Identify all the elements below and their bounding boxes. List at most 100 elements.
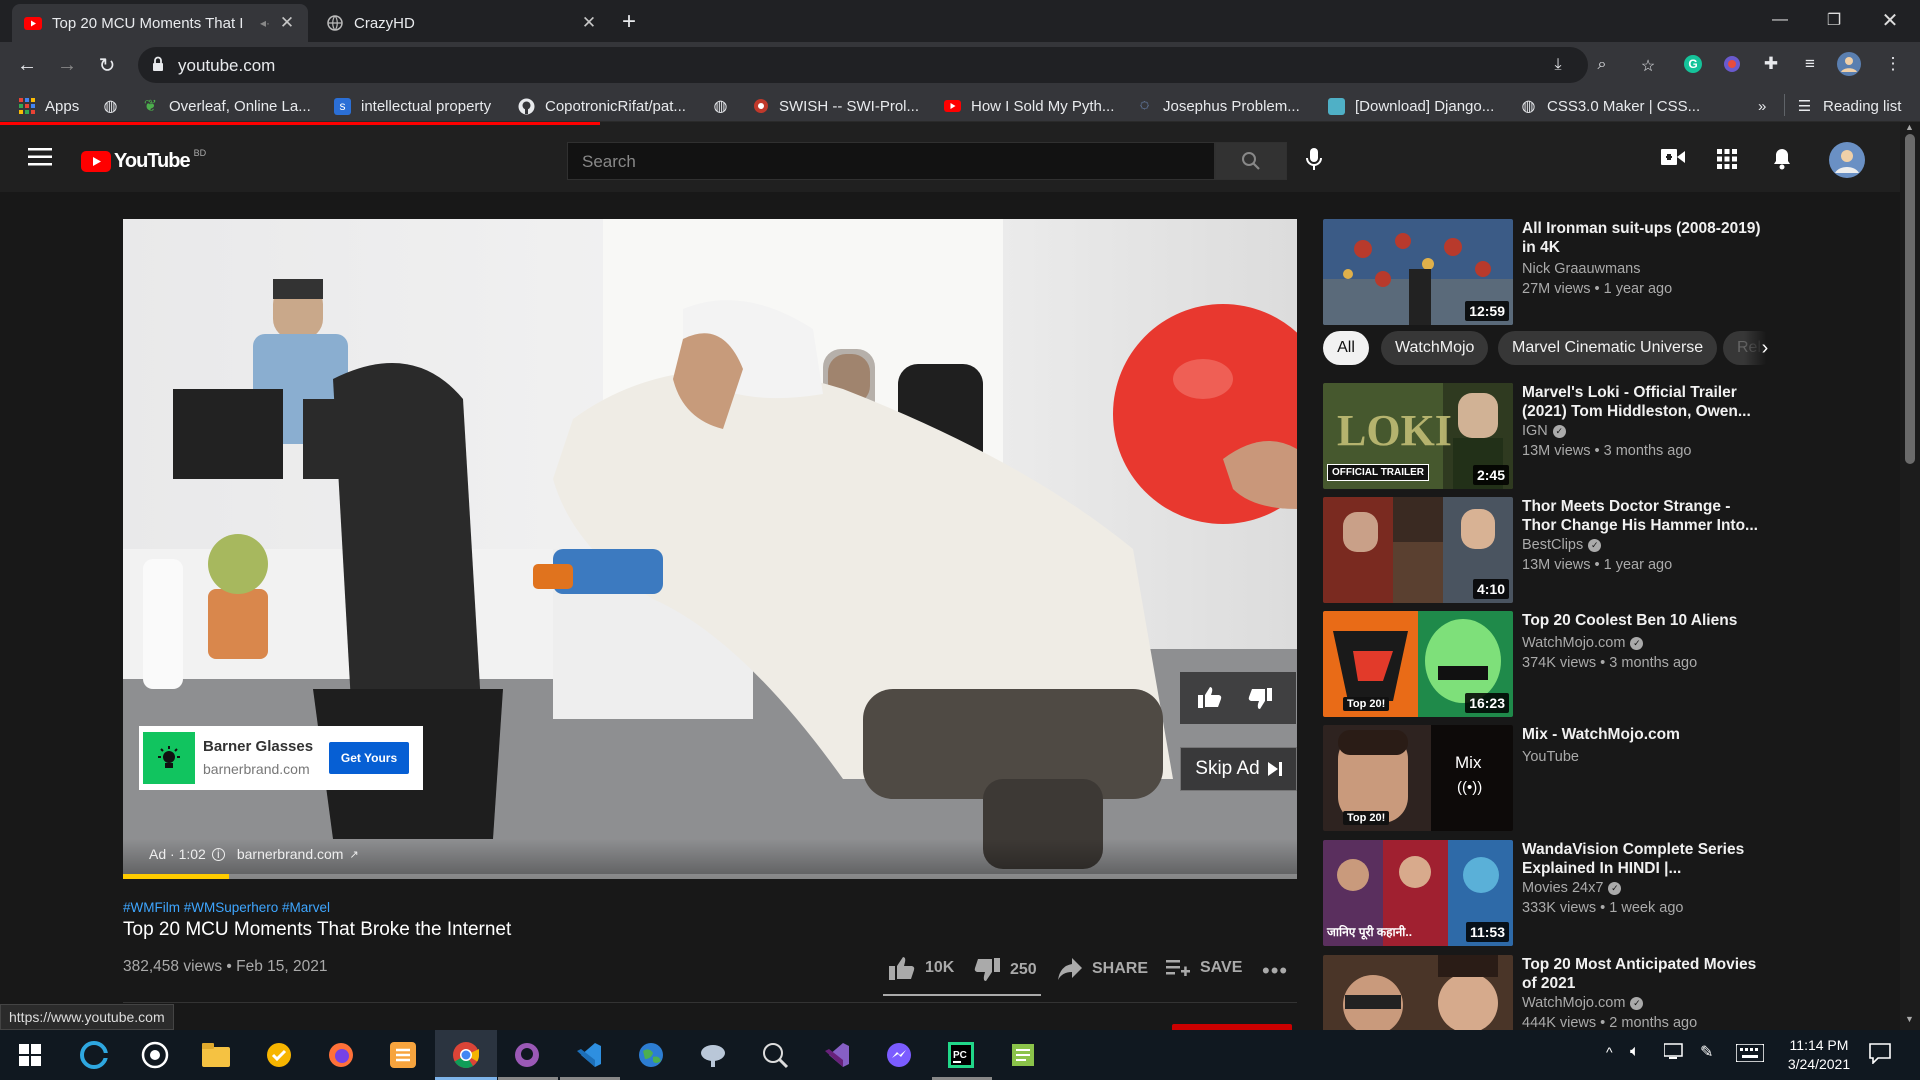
pycharm-icon[interactable]: PC xyxy=(944,1038,978,1072)
new-tab-icon[interactable]: + xyxy=(622,8,636,36)
notepad-icon[interactable] xyxy=(1006,1038,1040,1072)
earth-icon[interactable] xyxy=(634,1038,668,1072)
chip-all[interactable]: All xyxy=(1323,331,1369,365)
page-scrollbar[interactable]: ▲ ▼ xyxy=(1900,122,1920,1030)
bookmark-josephus[interactable]: ◌ Josephus Problem... xyxy=(1136,95,1300,117)
bookmark-globe-2[interactable]: ◍ xyxy=(712,95,739,117)
app-icon-2[interactable] xyxy=(758,1038,792,1072)
bookmark-globe-1[interactable]: ◍ xyxy=(102,95,129,117)
apps-grid-icon[interactable] xyxy=(1717,149,1737,174)
channel-name[interactable]: Movies 24x7 xyxy=(1522,880,1603,896)
messenger-icon[interactable] xyxy=(882,1038,916,1072)
zoom-icon[interactable]: ⌕ xyxy=(1592,56,1612,76)
video-thumbnail[interactable] xyxy=(1323,955,1513,1030)
chrome-menu-icon[interactable]: ⋮ xyxy=(1880,51,1906,77)
dislike-button[interactable]: 250 xyxy=(974,958,1037,982)
video-thumbnail[interactable]: Top 20! 16:23 xyxy=(1323,611,1513,717)
keyboard-icon[interactable] xyxy=(1735,1043,1765,1067)
bookmark-intellectual-property[interactable]: s intellectual property xyxy=(334,95,491,117)
tab-youtube[interactable]: Top 20 MCU Moments That I ◂· ✕ xyxy=(12,4,308,42)
search-button[interactable] xyxy=(1215,142,1287,180)
grammarly-icon[interactable]: G xyxy=(1680,51,1706,77)
pen-icon[interactable]: ✎ xyxy=(1700,1042,1713,1062)
get-yours-button[interactable]: Get Yours xyxy=(329,742,409,774)
share-button[interactable]: SHARE xyxy=(1058,958,1148,980)
lock-icon[interactable] xyxy=(152,56,164,77)
file-explorer-icon[interactable] xyxy=(199,1038,233,1072)
minimize-icon[interactable]: — xyxy=(1752,0,1808,40)
video-thumbnail[interactable]: LOKI OFFICIAL TRAILER 2:45 xyxy=(1323,383,1513,489)
recommendation-card[interactable]: 12:59 All Ironman suit-ups (2008-2019) i… xyxy=(1323,219,1883,325)
scroll-down-icon[interactable]: ▼ xyxy=(1905,1014,1914,1024)
whatsapp-icon[interactable] xyxy=(138,1038,172,1072)
install-icon[interactable]: ⤓ xyxy=(1548,56,1568,76)
more-actions-icon[interactable]: ••• xyxy=(1262,958,1288,984)
microphone-icon[interactable] xyxy=(1305,147,1323,176)
profile-avatar[interactable] xyxy=(1836,51,1862,77)
video-thumbnail[interactable]: जानिए पूरी कहानी.. 11:53 xyxy=(1323,840,1513,946)
channel-name[interactable]: WatchMojo.com xyxy=(1522,635,1625,651)
chevron-up-icon[interactable]: ^ xyxy=(1606,1044,1613,1060)
video-player[interactable]: Barner Glasses barnerbrand.com Get Yours… xyxy=(123,219,1297,879)
back-icon[interactable]: ← xyxy=(12,50,42,80)
bookmark-swish[interactable]: SWISH -- SWI-Prol... xyxy=(752,95,919,117)
more-bookmarks-button[interactable]: » xyxy=(1758,95,1766,117)
recommendation-card[interactable]: 4:10 Thor Meets Doctor Strange - Thor Ch… xyxy=(1323,497,1883,603)
close-tab-icon[interactable]: ✕ xyxy=(278,13,296,33)
thumbs-down-icon[interactable] xyxy=(1248,688,1272,715)
search-input[interactable]: Search xyxy=(567,142,1215,180)
speaker-icon[interactable]: ◂· xyxy=(260,16,270,30)
bookmark-star-icon[interactable]: ☆ xyxy=(1638,56,1658,76)
recommendation-card[interactable]: LOKI OFFICIAL TRAILER 2:45 Marvel's Loki… xyxy=(1323,383,1883,489)
advertiser-domain[interactable]: barnerbrand.com xyxy=(203,761,310,777)
reload-icon[interactable]: ↻ xyxy=(92,50,122,80)
forward-icon[interactable]: → xyxy=(52,50,82,80)
bookmark-css3[interactable]: ◍ CSS3.0 Maker | CSS... xyxy=(1520,95,1701,117)
bookmark-github[interactable]: CopotronicRifat/pat... xyxy=(518,95,686,117)
save-button[interactable]: SAVE xyxy=(1166,958,1242,978)
chevron-right-icon[interactable]: › xyxy=(1748,331,1782,365)
channel-name[interactable]: Nick Graauwmans xyxy=(1522,261,1640,277)
notification-center-icon[interactable] xyxy=(1868,1042,1892,1069)
media-queue-icon[interactable]: ≡ xyxy=(1797,51,1823,77)
app-icon[interactable] xyxy=(696,1038,730,1072)
norton-icon[interactable] xyxy=(262,1038,296,1072)
github-desktop-icon[interactable] xyxy=(510,1038,544,1072)
like-button[interactable]: 10K xyxy=(889,956,954,980)
extensions-puzzle-icon[interactable]: ✚ xyxy=(1758,51,1784,77)
close-window-icon[interactable]: ✕ xyxy=(1862,0,1918,40)
scrollbar-thumb[interactable] xyxy=(1905,134,1915,464)
bookmark-overleaf[interactable]: ❦ Overleaf, Online La... xyxy=(142,95,311,117)
account-avatar[interactable] xyxy=(1829,142,1865,183)
create-video-icon[interactable] xyxy=(1661,149,1685,170)
ad-footer-domain[interactable]: barnerbrand.com xyxy=(237,846,344,862)
recommendation-card[interactable]: Top 20! Mix ((•)) Mix - WatchMojo.com Yo… xyxy=(1323,725,1883,831)
ad-progress-track[interactable] xyxy=(123,874,1297,879)
recommendation-card[interactable]: Top 20 Most Anticipated Movies of 2021 W… xyxy=(1323,955,1883,1030)
address-bar[interactable]: youtube.com ⤓ ⌕ ☆ xyxy=(138,47,1655,83)
channel-name[interactable]: BestClips xyxy=(1522,537,1583,553)
reading-list-button[interactable]: ☰ Reading list xyxy=(1796,95,1902,117)
extension-icon[interactable] xyxy=(1719,51,1745,77)
video-thumbnail[interactable]: 12:59 xyxy=(1323,219,1513,325)
channel-name[interactable]: YouTube xyxy=(1522,749,1579,765)
firefox-icon[interactable] xyxy=(324,1038,358,1072)
restore-icon[interactable]: ❐ xyxy=(1806,0,1862,40)
edge-icon[interactable] xyxy=(77,1038,111,1072)
hamburger-menu-icon[interactable] xyxy=(28,148,52,171)
info-icon[interactable]: i xyxy=(211,847,225,861)
bookmark-apps[interactable]: Apps xyxy=(18,95,79,117)
volume-icon[interactable]: 🔈︎ xyxy=(1630,1043,1640,1061)
tab-crazyhd[interactable]: CrazyHD ✕ xyxy=(314,4,610,42)
close-tab-icon[interactable]: ✕ xyxy=(580,13,598,33)
recommendation-card[interactable]: जानिए पूरी कहानी.. 11:53 WandaVision Com… xyxy=(1323,840,1883,946)
scroll-up-icon[interactable]: ▲ xyxy=(1905,122,1914,132)
thumbs-up-icon[interactable] xyxy=(1198,686,1222,713)
notifications-bell-icon[interactable] xyxy=(1772,147,1792,176)
visual-studio-icon[interactable] xyxy=(820,1038,854,1072)
skip-ad-button[interactable]: Skip Ad xyxy=(1180,747,1297,791)
chip-watchmojo[interactable]: WatchMojo xyxy=(1381,331,1489,365)
bookmark-django[interactable]: [Download] Django... xyxy=(1328,95,1494,117)
bookmark-youtube[interactable]: How I Sold My Pyth... xyxy=(944,95,1114,117)
windows-start-icon[interactable] xyxy=(13,1038,47,1072)
